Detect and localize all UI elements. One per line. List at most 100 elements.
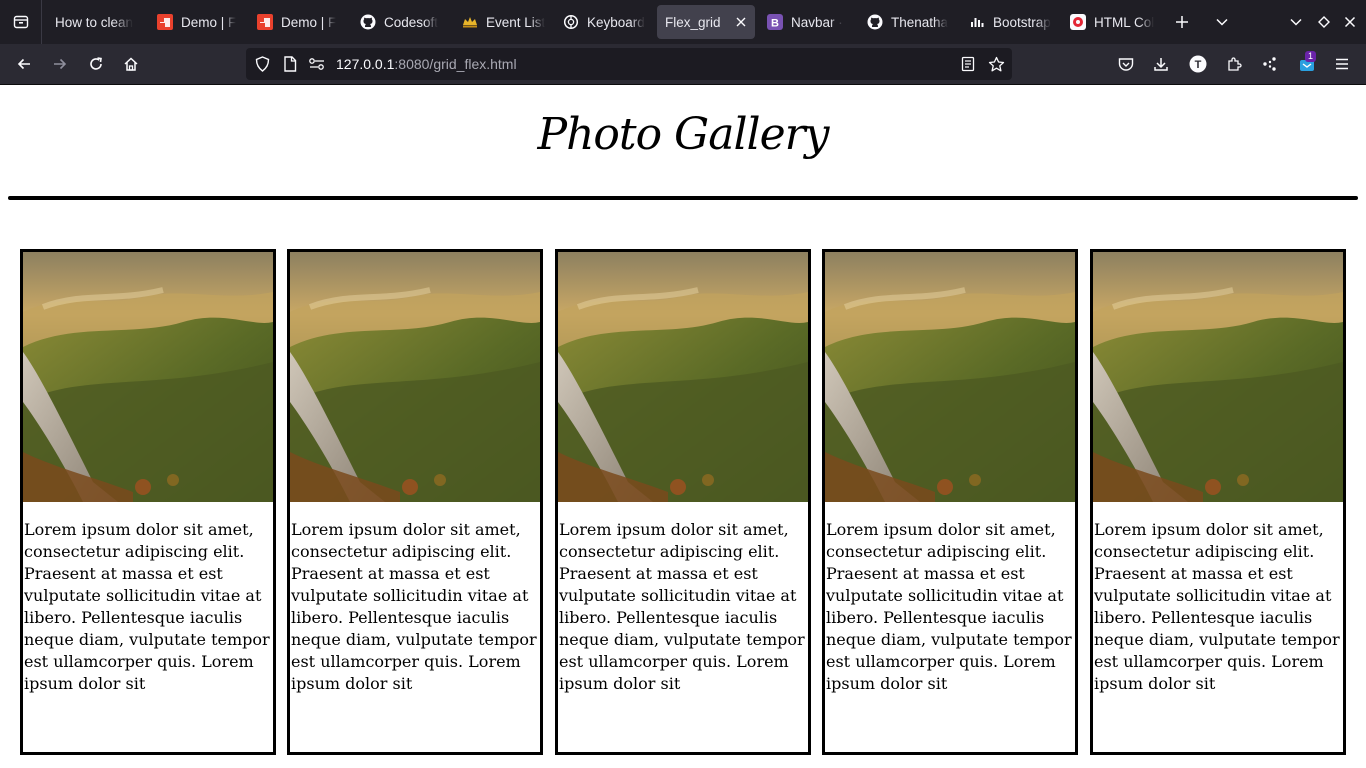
reader-view-icon: [961, 56, 975, 72]
home-icon: [124, 57, 138, 71]
back-button[interactable]: [12, 52, 36, 76]
card-description: Lorem ipsum dolor sit amet, consectetur …: [291, 520, 537, 693]
url-path: :8080/grid_flex.html: [394, 56, 517, 72]
star-icon: [988, 56, 1004, 71]
gallery-card: Lorem ipsum dolor sit amet, consectetur …: [1090, 249, 1346, 755]
page-title: Photo Gallery: [537, 109, 829, 160]
openai-icon: [563, 14, 579, 30]
reader-view-button[interactable]: [960, 56, 976, 72]
chevron-down-icon: [1290, 18, 1302, 26]
firefox-view-icon: [13, 15, 28, 29]
close-icon: [1344, 16, 1356, 28]
tab-how-to-clean[interactable]: How to clean: [47, 5, 143, 39]
demo-icon: [157, 14, 173, 30]
tab-demo-1[interactable]: Demo | F: [149, 5, 243, 39]
bootstrap-icon: B: [767, 14, 783, 30]
window-minimize-button[interactable]: [1284, 10, 1308, 34]
firefox-view-button[interactable]: [0, 0, 42, 44]
url-text[interactable]: 127.0.0.1:8080/grid_flex.html: [336, 56, 517, 72]
account-avatar-icon: T: [1189, 55, 1207, 73]
tab-navbar[interactable]: B Navbar ·: [759, 5, 857, 39]
diamond-icon: [1318, 16, 1330, 28]
landscape-photo: [23, 252, 273, 502]
landscape-photo: [558, 252, 808, 502]
chart-icon: [969, 14, 985, 30]
tab-label: Codesoft: [384, 14, 439, 30]
tab-bootstrap[interactable]: Bootstrap: [961, 5, 1059, 39]
tab-html-color[interactable]: HTML Col: [1062, 5, 1158, 39]
tab-label: Demo | F: [281, 14, 337, 30]
chevron-down-icon: [1216, 18, 1228, 26]
tab-flex-grid[interactable]: Flex_grid: [657, 5, 755, 39]
landscape-photo: [1093, 252, 1343, 502]
demo-icon: [257, 14, 273, 30]
svg-text:T: T: [1195, 59, 1202, 71]
url-bar[interactable]: 127.0.0.1:8080/grid_flex.html: [246, 48, 1012, 80]
close-icon: [736, 17, 746, 27]
crown-icon: [462, 14, 478, 30]
tab-label: Keyboard: [587, 14, 645, 30]
plus-icon: [1176, 16, 1188, 28]
pocket-button[interactable]: [1114, 52, 1138, 76]
gallery-card: Lorem ipsum dolor sit amet, consectetur …: [822, 249, 1078, 755]
forward-button[interactable]: [48, 52, 72, 76]
new-tab-button[interactable]: [1170, 10, 1194, 34]
pocket-icon: [1118, 58, 1134, 71]
tab-label: Demo | F: [181, 14, 237, 30]
svg-text:B: B: [771, 18, 779, 30]
share-nodes-icon: [1263, 57, 1276, 71]
extension-badge-button[interactable]: 1: [1294, 51, 1320, 76]
url-host: 127.0.0.1: [336, 56, 395, 72]
puzzle-icon: [1228, 57, 1242, 71]
gallery-card: Lorem ipsum dolor sit amet, consectetur …: [287, 249, 543, 755]
card-description: Lorem ipsum dolor sit amet, consectetur …: [24, 520, 270, 693]
list-all-tabs-button[interactable]: [1210, 10, 1234, 34]
tab-thenatha[interactable]: Thenatha: [859, 5, 957, 39]
shield-icon[interactable]: [254, 56, 270, 72]
landscape-photo: [825, 252, 1075, 502]
account-button[interactable]: T: [1186, 52, 1210, 76]
window-close-button[interactable]: [1338, 10, 1362, 34]
tab-label: HTML Col: [1094, 14, 1155, 30]
extension-share-button[interactable]: [1258, 52, 1282, 76]
tab-keyboard[interactable]: Keyboard: [555, 5, 651, 39]
extension-badge: 1: [1305, 51, 1317, 62]
page-info-icon[interactable]: [282, 56, 298, 72]
tab-label: Event List: [486, 14, 546, 30]
page-content: Photo Gallery Lorem ipsum dolor sit amet…: [0, 85, 1366, 768]
close-tab-button[interactable]: [733, 14, 749, 30]
tab-label: Bootstrap: [993, 14, 1051, 30]
downloads-button[interactable]: [1149, 52, 1173, 76]
download-icon: [1154, 58, 1168, 71]
github-icon: [867, 14, 883, 30]
back-arrow-icon: [17, 58, 30, 70]
tab-label: Thenatha: [891, 14, 949, 30]
card-description: Lorem ipsum dolor sit amet, consectetur …: [826, 520, 1072, 693]
navigation-toolbar: 127.0.0.1:8080/grid_flex.html T 1: [0, 44, 1366, 85]
forward-arrow-icon: [54, 58, 67, 70]
card-description: Lorem ipsum dolor sit amet, consectetur …: [1094, 520, 1340, 693]
title-divider: [8, 196, 1358, 200]
card-description: Lorem ipsum dolor sit amet, consectetur …: [559, 520, 805, 693]
tab-label: Navbar ·: [791, 14, 843, 30]
bookmark-button[interactable]: [987, 55, 1005, 73]
extensions-button[interactable]: [1222, 52, 1246, 76]
home-button[interactable]: [119, 52, 143, 76]
permissions-icon[interactable]: [308, 56, 326, 72]
window-maximize-button[interactable]: [1312, 10, 1336, 34]
reload-icon: [90, 57, 102, 70]
tab-demo-2[interactable]: Demo | F: [249, 5, 343, 39]
tab-label: Flex_grid: [665, 14, 721, 30]
html-color-icon: [1070, 14, 1086, 30]
gallery-card: Lorem ipsum dolor sit amet, consectetur …: [555, 249, 811, 755]
hamburger-menu-icon: [1336, 58, 1348, 70]
app-menu-button[interactable]: [1330, 52, 1354, 76]
gallery-card: Lorem ipsum dolor sit amet, consectetur …: [20, 249, 276, 755]
github-icon: [360, 14, 376, 30]
tab-event-list[interactable]: Event List: [454, 5, 552, 39]
tab-label: How to clean: [55, 14, 134, 30]
reload-button[interactable]: [84, 52, 108, 76]
landscape-photo: [290, 252, 540, 502]
tab-codesoft[interactable]: Codesoft: [352, 5, 450, 39]
tab-strip: How to clean Demo | F Demo | F Codesoft …: [0, 0, 1366, 44]
